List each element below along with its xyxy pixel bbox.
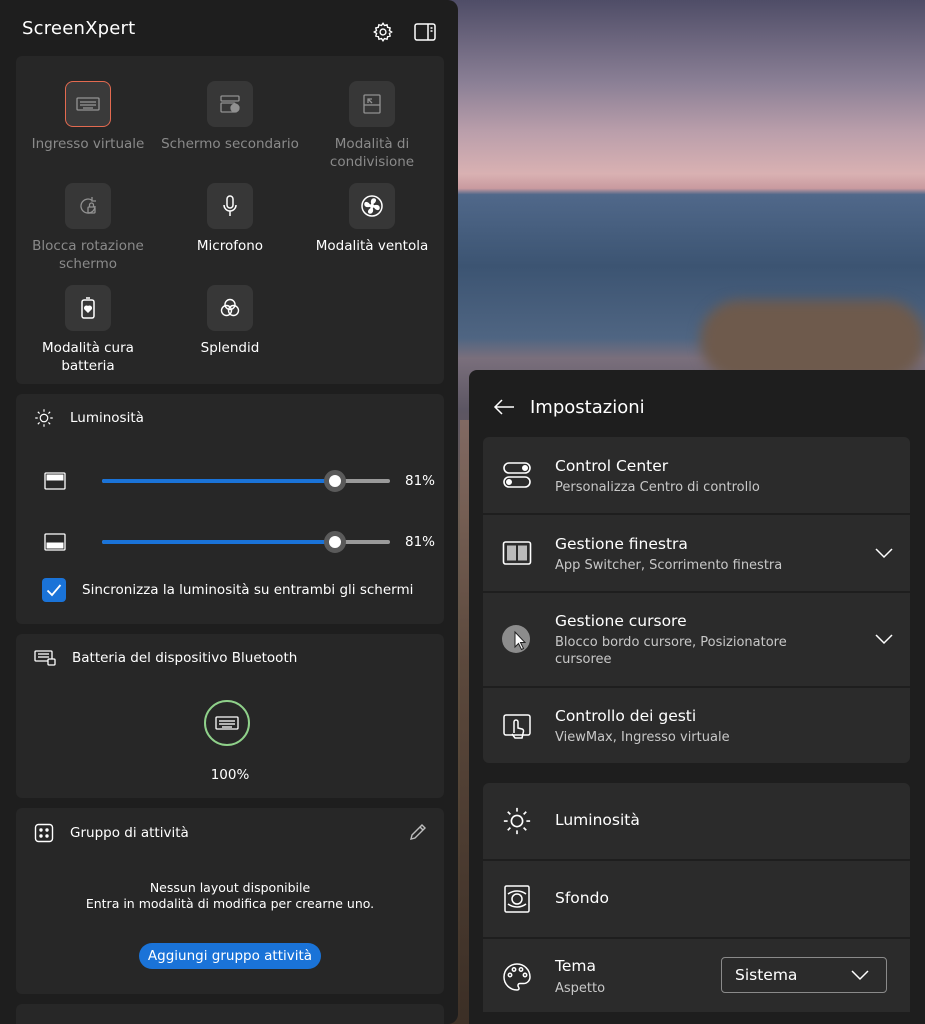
row-subtitle: Blocco bordo cursore, Posizionatore curs… [555,635,787,667]
secondary-screen-icon [220,95,240,113]
next-card-edge [16,1004,444,1024]
bluetooth-battery-card: Batteria del dispositivo Bluetooth 100% [16,634,444,798]
slider-fill [102,479,336,483]
theme-dropdown-value: Sistema [735,966,798,984]
toggle-modalita-condivisione[interactable]: Modalità di condivisione [301,81,443,171]
row-title: Control Center [555,457,669,475]
sync-brightness-label: Sincronizza la luminosità su entrambi gl… [82,582,414,598]
battery-care-icon [81,297,95,319]
brightness-icon [501,805,533,837]
laptop-bottom-screen-icon [44,533,66,551]
settings-title: Impostazioni [530,397,645,418]
theme-dropdown[interactable]: Sistema [721,957,887,993]
control-center-panel: ScreenXpert Ingresso virtuale Schermo se… [0,0,458,1024]
app-title: ScreenXpert [22,18,136,39]
keyboard-battery-icon [34,650,56,666]
row-title: Sfondo [555,889,609,907]
toggle-label: Microfono [196,238,264,254]
row-subtitle: Personalizza Centro di controllo [555,480,760,495]
sidebar-toggle-icon[interactable] [413,20,437,44]
toggle-label: Modalità di condivisione [329,136,415,170]
task-group-title: Gruppo di attività [70,825,189,841]
edit-pencil-icon[interactable] [408,822,428,846]
keyboard-icon [215,716,239,730]
chevron-down-icon [851,970,869,981]
toggle-label: Schermo secondario [161,136,299,152]
bluetooth-battery-level: 100% [210,767,250,783]
toggle-label: Splendid [200,340,260,356]
empty-hint: Entra in modalità di modifica per crearn… [85,896,375,911]
brightness-slider-primary[interactable]: 81% [44,467,436,495]
settings-row-gestione-finestra[interactable]: Gestione finestra App Switcher, Scorrime… [483,515,910,591]
row-subtitle: App Switcher, Scorrimento finestra [555,558,783,573]
settings-row-control-center[interactable]: Control Center Personalizza Centro di co… [483,437,910,513]
toggle-blocca-rotazione[interactable]: Blocca rotazione schermo [17,183,159,273]
toggle-cura-batteria[interactable]: Modalità cura batteria [17,285,159,375]
slider-thumb[interactable] [324,470,347,492]
row-title: Tema [555,957,596,975]
cursor-icon [501,623,533,655]
slider-track[interactable] [102,531,390,553]
virtual-keyboard-icon [76,97,100,111]
grid-icon [34,823,54,843]
task-group-card: Gruppo di attività Nessun layout disponi… [16,808,444,994]
empty-title: Nessun layout disponibile [149,880,311,895]
task-group-empty-message: Nessun layout disponibile Entra in modal… [16,880,444,912]
wallpaper-icon [501,883,533,915]
quick-toggles-card: Ingresso virtuale Schermo secondario Mod… [16,56,444,384]
row-title: Luminosità [555,811,640,829]
toggle-switches-icon [501,459,533,491]
toggle-schermo-secondario[interactable]: Schermo secondario [159,81,301,153]
toggle-label: Modalità ventola [315,238,429,254]
touch-gesture-icon [501,710,533,742]
settings-row-gestione-cursore[interactable]: Gestione cursore Blocco bordo cursore, P… [483,593,910,686]
gear-icon[interactable] [371,20,395,44]
chevron-down-icon[interactable] [874,543,894,563]
row-title: Gestione finestra [555,535,688,553]
settings-row-tema[interactable]: Tema Aspetto Sistema [483,939,910,1012]
bluetooth-title: Batteria del dispositivo Bluetooth [72,650,298,666]
settings-row-luminosita[interactable]: Luminosità [483,783,910,859]
slider-fill [102,540,336,544]
brightness-value: 81% [405,473,436,489]
wallpaper-rock [700,300,925,380]
row-title: Gestione cursore [555,612,687,630]
checkmark-icon [46,584,62,597]
bluetooth-header: Batteria del dispositivo Bluetooth [34,649,297,667]
settings-row-controllo-gesti[interactable]: Controllo dei gesti ViewMax, Ingresso vi… [483,688,910,763]
brightness-card: Luminosità 81% 81% Sincronizza la lumino… [16,394,444,624]
brightness-value: 81% [405,534,436,550]
window-split-icon [501,537,533,569]
brightness-title: Luminosità [70,410,144,426]
splendid-icon [220,298,240,317]
brightness-slider-secondary[interactable]: 81% [44,528,436,556]
microphone-icon [223,195,237,216]
sync-brightness-checkbox[interactable] [42,578,66,602]
chevron-down-icon[interactable] [874,629,894,649]
brightness-header: Luminosità [34,408,144,428]
toggle-microfono[interactable]: Microfono [159,183,301,255]
brightness-icon [35,409,53,427]
share-mode-icon [363,94,381,114]
task-group-header: Gruppo di attività [34,823,189,843]
toggle-splendid[interactable]: Splendid [159,285,301,357]
slider-thumb[interactable] [324,531,347,553]
settings-row-sfondo[interactable]: Sfondo [483,861,910,937]
toggle-ingresso-virtuale[interactable]: Ingresso virtuale [17,81,159,153]
palette-icon [501,961,533,993]
row-title: Controllo dei gesti [555,707,697,725]
add-task-group-button[interactable]: Aggiungi gruppo attività [139,943,321,969]
row-subtitle: ViewMax, Ingresso virtuale [555,730,730,745]
back-arrow-icon[interactable] [493,398,515,420]
toggle-label: Ingresso virtuale [31,136,145,152]
toggle-label: Modalità cura batteria [42,340,134,374]
laptop-top-screen-icon [44,472,66,490]
settings-panel: Impostazioni Control Center Personalizza… [469,370,925,1024]
fan-icon [361,195,383,217]
bluetooth-device-battery-ring [204,700,250,746]
slider-track[interactable] [102,470,390,492]
toggle-label: Blocca rotazione schermo [32,238,144,272]
rotation-lock-icon [80,197,96,214]
toggle-modalita-ventola[interactable]: Modalità ventola [301,183,443,255]
